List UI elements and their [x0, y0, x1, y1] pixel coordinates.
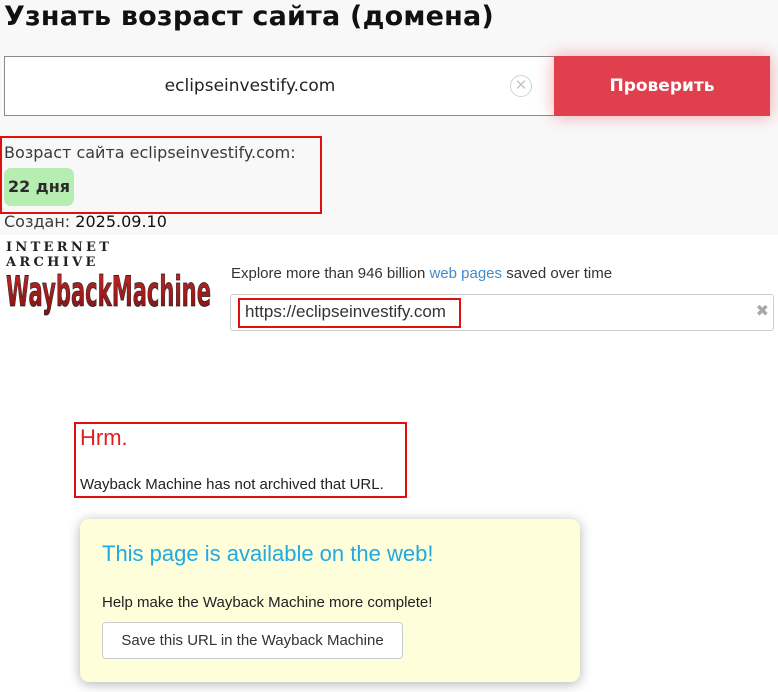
- available-help-text: Help make the Wayback Machine more compl…: [102, 594, 433, 611]
- check-button[interactable]: Проверить: [554, 56, 770, 116]
- save-url-button[interactable]: Save this URL in the Wayback Machine: [102, 622, 403, 659]
- page-title: Узнать возраст сайта (домена): [4, 1, 494, 32]
- error-message: Wayback Machine has not archived that UR…: [80, 476, 384, 493]
- wayback-machine-logo[interactable]: INTERNET ARCHIVE WaybackMachine: [6, 240, 211, 318]
- age-label: Возраст сайта eclipseinvestify.com:: [4, 143, 296, 162]
- wayback-clear-icon[interactable]: ✖: [756, 301, 769, 320]
- wayback-logo-word: WaybackMachine: [6, 267, 211, 316]
- created-date: Создан: 2025.09.10: [4, 212, 167, 231]
- available-on-web-card: This page is available on the web! Help …: [80, 519, 580, 682]
- explore-suffix: saved over time: [506, 265, 613, 282]
- domain-search-box: ✕: [4, 56, 554, 116]
- error-title: Hrm.: [80, 425, 128, 450]
- created-value: 2025.09.10: [75, 212, 167, 231]
- created-label: Создан:: [4, 212, 71, 231]
- age-badge: 22 дня: [4, 168, 74, 206]
- explore-prefix: Explore more than 946 billion: [231, 265, 426, 282]
- clear-input-icon[interactable]: ✕: [510, 75, 532, 97]
- wayback-logo-graphic: WaybackMachine: [6, 267, 211, 316]
- web-pages-link[interactable]: web pages: [429, 265, 502, 282]
- available-title: This page is available on the web!: [102, 541, 434, 566]
- domain-input[interactable]: [35, 57, 465, 115]
- explore-text: Explore more than 946 billion web pages …: [231, 265, 612, 282]
- highlight-url-box: [238, 298, 461, 328]
